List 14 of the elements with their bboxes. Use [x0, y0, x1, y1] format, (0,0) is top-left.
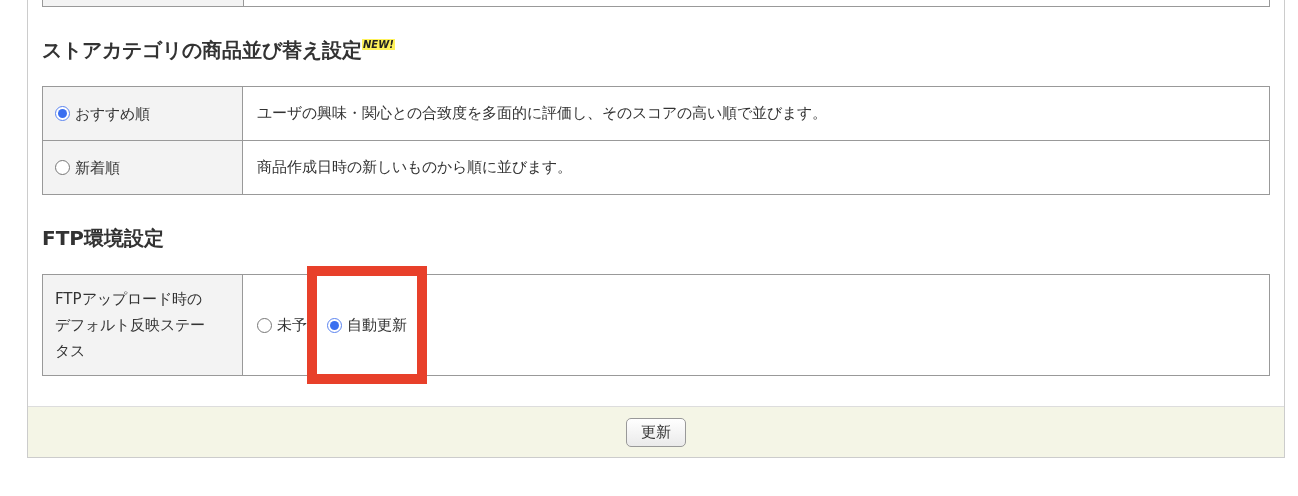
section-title: FTP環境設定	[42, 225, 164, 252]
update-button[interactable]: 更新	[626, 417, 686, 447]
section-title: ストアカテゴリの商品並び替え設定	[42, 37, 362, 64]
radio-option[interactable]: 新着順	[55, 154, 120, 181]
radio-button[interactable]	[327, 317, 342, 333]
new-badge: NEW!	[362, 39, 395, 50]
radio-button[interactable]	[55, 160, 70, 175]
description-text: 商品作成日時の新しいものから順に並びます。	[257, 158, 572, 177]
description-text: ユーザの興味・関心との合致度を多面的に評価し、そのスコアの高い順で並びます。	[257, 104, 827, 123]
field-label: FTPアップロード時のデフォルト反映ステータス	[43, 275, 243, 375]
radio-button[interactable]	[55, 106, 70, 121]
radio-button[interactable]	[257, 317, 272, 333]
radio-option[interactable]: 自動更新	[327, 315, 407, 335]
radio-option[interactable]: 未予	[257, 315, 307, 335]
